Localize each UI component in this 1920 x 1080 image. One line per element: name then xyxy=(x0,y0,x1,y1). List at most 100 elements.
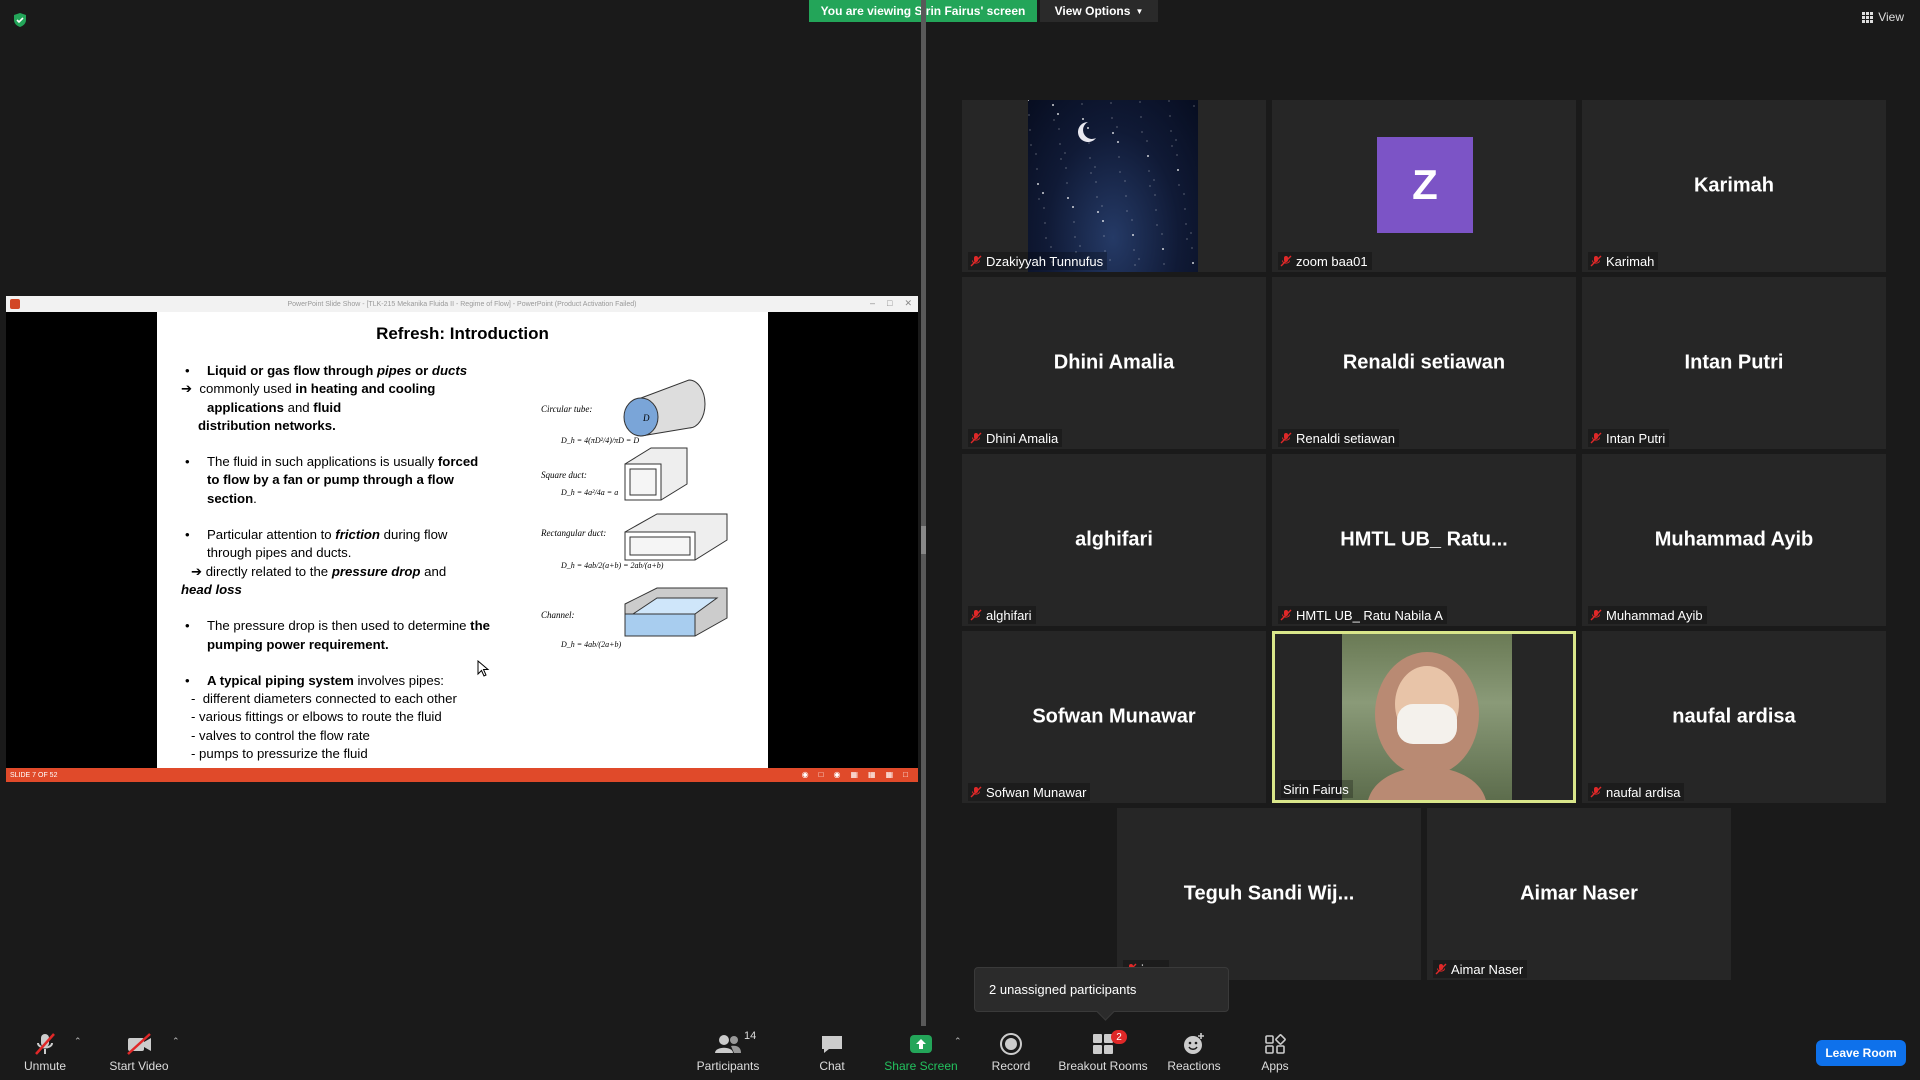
unmute-button[interactable]: Unmute xyxy=(14,1026,76,1080)
breakout-tooltip: 2 unassigned participants xyxy=(974,967,1229,1012)
bullet-1: • Liquid or gas flow through pipes or duc… xyxy=(181,363,468,433)
breakout-rooms-button[interactable]: Breakout Rooms xyxy=(1058,1026,1148,1080)
participant-tile[interactable]: Dzakiyyah Tunnufus xyxy=(962,100,1266,272)
video-camera-off-icon xyxy=(127,1033,151,1055)
video-options-caret-icon[interactable]: ⌃ xyxy=(172,1036,180,1047)
chat-button[interactable]: Chat xyxy=(814,1026,850,1080)
rectangular-duct-figure xyxy=(624,513,728,561)
audio-options-caret-icon[interactable]: ⌃ xyxy=(74,1036,82,1047)
participant-name: Sofwan Munawar xyxy=(986,784,1087,800)
view-layout-button[interactable]: View xyxy=(1862,10,1904,24)
split-divider[interactable] xyxy=(921,0,926,1030)
bullet-4: • The pressure drop is then used to deter… xyxy=(185,618,490,652)
mouse-cursor-icon xyxy=(477,660,490,677)
participant-tile[interactable]: Muhammad Ayib Muhammad Ayib xyxy=(1582,454,1886,626)
avatar: Z xyxy=(1377,137,1473,233)
record-label: Record xyxy=(991,1059,1031,1073)
shared-screen[interactable]: PowerPoint Slide Show - [TLK-215 Mekanik… xyxy=(6,296,918,782)
participant-name-label: zoom baa01 xyxy=(1278,252,1372,270)
leave-room-button[interactable]: Leave Room xyxy=(1816,1040,1906,1066)
microphone-muted-icon xyxy=(1590,432,1602,444)
start-video-label: Start Video xyxy=(109,1059,169,1073)
participant-tile[interactable]: Dhini Amalia Dhini Amalia xyxy=(962,277,1266,449)
rectangular-duct-label: Rectangular duct: xyxy=(541,528,607,538)
participant-name-label: Sofwan Munawar xyxy=(968,783,1091,801)
microphone-muted-icon xyxy=(970,786,982,798)
rectangular-duct-equation: D_h = 4ab/2(a+b) = 2ab/(a+b) xyxy=(561,561,664,570)
reactions-button[interactable]: Reactions xyxy=(1166,1026,1222,1080)
participant-name: Renaldi setiawan xyxy=(1296,430,1396,446)
channel-figure xyxy=(624,587,728,637)
start-video-button[interactable]: Start Video xyxy=(104,1026,174,1080)
share-screen-icon xyxy=(910,1035,932,1053)
participant-display-name: Teguh Sandi Wij... xyxy=(1183,882,1355,905)
participant-tile[interactable]: HMTL UB_ Ratu... HMTL UB_ Ratu Nabila A xyxy=(1272,454,1576,626)
participant-name: Karimah xyxy=(1606,253,1655,269)
participant-tile[interactable]: Zzoom baa01 xyxy=(1272,100,1576,272)
participant-name: alghifari xyxy=(986,607,1032,623)
participant-display-name: alghifari xyxy=(1075,528,1153,551)
breakout-rooms-label: Breakout Rooms xyxy=(1058,1059,1148,1073)
square-duct-label: Square duct: xyxy=(541,470,587,480)
participant-tile[interactable]: alghifari alghifari xyxy=(962,454,1266,626)
microphone-muted-icon xyxy=(1280,609,1292,621)
apps-button[interactable]: Apps xyxy=(1258,1026,1292,1080)
participant-display-name: Dhini Amalia xyxy=(1053,351,1175,374)
apps-label: Apps xyxy=(1261,1059,1289,1073)
participant-tile[interactable]: Intan Putri Intan Putri xyxy=(1582,277,1886,449)
microphone-muted-icon xyxy=(1280,255,1292,267)
participant-tile[interactable]: Renaldi setiawan Renaldi setiawan xyxy=(1272,277,1576,449)
participant-name-label: Muhammad Ayib xyxy=(1588,606,1707,624)
microphone-muted-icon xyxy=(1435,963,1447,975)
microphone-muted-icon xyxy=(35,1033,55,1055)
participant-name: Muhammad Ayib xyxy=(1606,607,1703,623)
participant-video-frame xyxy=(1368,652,1486,800)
participants-count: 14 xyxy=(744,1030,757,1042)
apps-icon xyxy=(1265,1034,1286,1054)
participant-tile[interactable]: Aimar Naser Aimar Naser xyxy=(1427,808,1731,980)
share-options-caret-icon[interactable]: ⌃ xyxy=(954,1036,962,1047)
participant-display-name: Renaldi setiawan xyxy=(1342,351,1506,374)
participant-tile[interactable]: Karimah Karimah xyxy=(1582,100,1886,272)
square-duct-figure xyxy=(624,447,688,501)
record-button[interactable]: Record xyxy=(990,1026,1032,1080)
participant-display-name: HMTL UB_ Ratu... xyxy=(1340,528,1508,551)
slideshow-tools: ◉ □ ◉ ▦ ▦ ▦ □ xyxy=(801,770,908,779)
participant-name-label: naufal ardisa xyxy=(1588,783,1685,801)
participant-name-label: Intan Putri xyxy=(1588,429,1670,447)
view-options-label: View Options xyxy=(1054,4,1131,18)
microphone-muted-icon xyxy=(970,432,982,444)
night-sky-image xyxy=(1027,100,1195,266)
microphone-muted-icon xyxy=(1590,609,1602,621)
participant-display-name: Karimah xyxy=(1693,174,1775,197)
participant-name: naufal ardisa xyxy=(1606,784,1681,800)
participant-display-name: Muhammad Ayib xyxy=(1654,528,1814,551)
participant-tile[interactable]: Sofwan Munawar Sofwan Munawar xyxy=(962,631,1266,803)
participant-name-label: Renaldi setiawan xyxy=(1278,429,1400,447)
participant-tile[interactable]: naufal ardisa naufal ardisa xyxy=(1582,631,1886,803)
participant-name: Sirin Fairus xyxy=(1283,781,1349,797)
share-screen-button[interactable]: Share Screen xyxy=(884,1026,958,1080)
restore-icon: □ xyxy=(887,298,893,308)
square-duct-equation: D_h = 4a²/4a = a xyxy=(561,488,619,497)
participant-name-label: Dhini Amalia xyxy=(968,429,1063,447)
slide-counter: SLIDE 7 OF 52 xyxy=(10,771,58,779)
zoom-meeting-window: You are viewing Sirin Fairus' screen Vie… xyxy=(0,0,1920,1080)
participant-tile[interactable]: Teguh Sandi Wij...jaya xyxy=(1117,808,1421,980)
powerpoint-status-bar: SLIDE 7 OF 52 ◉ □ ◉ ▦ ▦ ▦ □ xyxy=(6,768,918,782)
circular-tube-label: Circular tube: xyxy=(541,404,593,414)
bullet-5: • A typical piping system involves pipes:… xyxy=(185,672,457,762)
view-label: View xyxy=(1878,10,1904,24)
window-controls: – □ ✕ xyxy=(870,298,912,309)
reactions-label: Reactions xyxy=(1167,1059,1221,1073)
participant-name: Dzakiyyah Tunnufus xyxy=(986,253,1104,269)
participant-tile[interactable]: Sirin Fairus xyxy=(1272,631,1576,803)
powerpoint-logo-icon xyxy=(10,299,20,309)
svg-text:D: D xyxy=(642,413,650,423)
view-options-button[interactable]: View Options ▼ xyxy=(1040,0,1158,22)
participant-name: Aimar Naser xyxy=(1451,961,1524,977)
close-icon: ✕ xyxy=(904,298,912,308)
microphone-muted-icon xyxy=(970,609,982,621)
encryption-shield-icon[interactable] xyxy=(12,12,28,28)
divider-drag-handle[interactable] xyxy=(921,526,926,554)
